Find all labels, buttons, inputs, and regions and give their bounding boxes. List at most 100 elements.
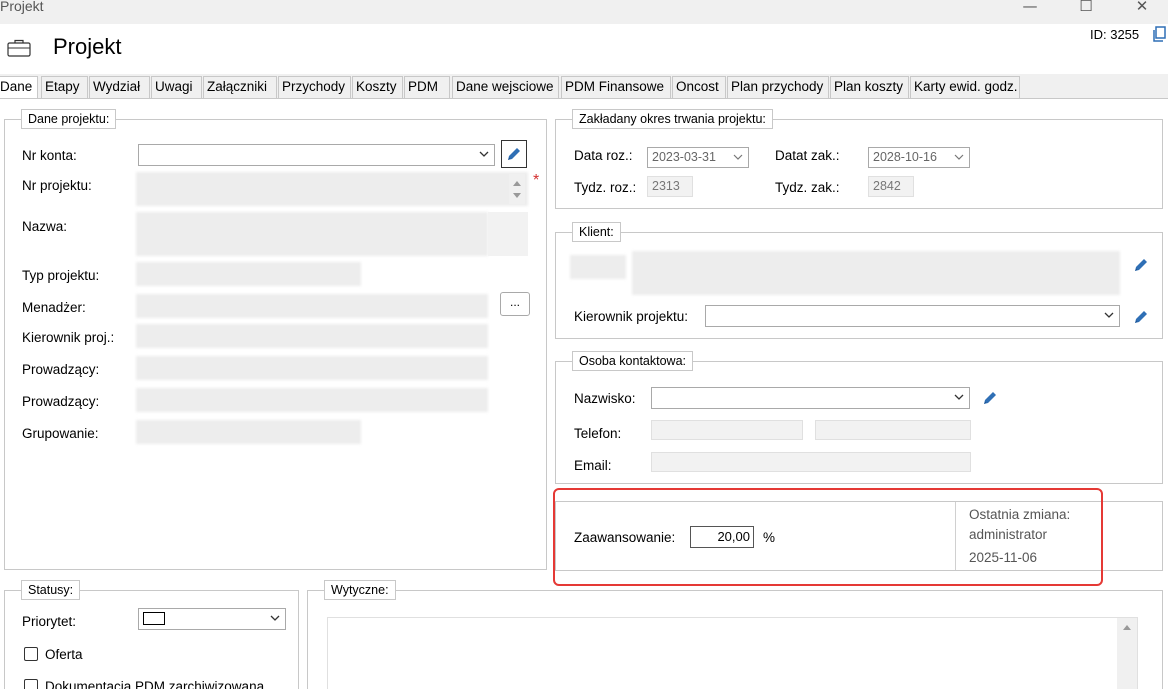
group-legend: Klient: [572, 222, 621, 242]
kierownik-label: Kierownik proj.: [22, 330, 115, 345]
page-title: Projekt [53, 34, 122, 59]
data-roz-picker[interactable]: 2023-03-31 [647, 147, 749, 168]
prowadzacy2-label: Prowadzący: [22, 394, 100, 409]
menadzer-label: Menadżer: [22, 300, 86, 315]
tab-przychody[interactable]: Przychody [278, 76, 351, 98]
nazwa-field-redacted[interactable] [136, 212, 488, 256]
nr-projektu-label: Nr projektu: [22, 178, 92, 193]
group-legend: Statusy: [21, 580, 81, 600]
group-statusy: Statusy: Priorytet: Oferta Dokumentacja … [4, 580, 299, 689]
email-label: Email: [574, 458, 612, 473]
priorytet-label: Priorytet: [22, 614, 77, 629]
nr-projektu-scrollbar[interactable] [509, 174, 525, 204]
data-roz-label: Data roz.: [574, 148, 633, 163]
group-osoba-kontaktowa: Osoba kontaktowa: Nazwisko: Telefon: Ema… [555, 351, 1163, 484]
tab-oncost[interactable]: Oncost [672, 76, 726, 98]
tydz-zak-value: 2842 [868, 176, 914, 197]
typ-projektu-select-redacted[interactable] [136, 262, 361, 286]
nazwa-label: Nazwa: [22, 219, 68, 234]
klient-label-redacted [570, 255, 626, 279]
tydz-roz-value: 2313 [647, 176, 693, 197]
kierownik-select-redacted[interactable] [136, 324, 488, 348]
minimize-button[interactable]: — [1010, 0, 1050, 18]
tab-pdm-finansowe[interactable]: PDM Finansowe [561, 76, 671, 98]
pencil-icon [508, 148, 520, 160]
close-button[interactable]: ✕ [1122, 0, 1162, 18]
tab-dane-wejsciowe[interactable]: Dane wejsciowe [452, 76, 559, 98]
header: Projekt ID: 3255 [0, 24, 1168, 74]
data-roz-value: 2023-03-31 [652, 150, 716, 164]
briefcase-icon [7, 39, 31, 57]
wytyczne-textarea[interactable] [327, 617, 1138, 689]
group-legend: Osoba kontaktowa: [572, 351, 694, 371]
tab-pdm[interactable]: PDM [404, 76, 450, 98]
tab-karty-ewid[interactable]: Karty ewid. godz. [910, 76, 1020, 98]
oferta-checkbox[interactable] [24, 647, 38, 661]
kierownik-projektu-select[interactable] [705, 305, 1120, 327]
tab-etapy[interactable]: Etapy [41, 76, 88, 98]
tab-koszty[interactable]: Koszty [352, 76, 403, 98]
pencil-icon[interactable] [1132, 308, 1150, 326]
data-zak-picker[interactable]: 2028-10-16 [868, 147, 970, 168]
chevron-down-icon [954, 394, 964, 400]
tab-bar: Dane Etapy Wydział Uwagi Załączniki Przy… [0, 76, 1168, 98]
nr-konta-label: Nr konta: [22, 148, 77, 163]
nazwisko-select[interactable] [651, 387, 970, 409]
chevron-down-icon [954, 154, 964, 160]
prowadzacy2-select-redacted[interactable] [136, 388, 488, 412]
priority-color-swatch [143, 612, 165, 625]
required-mark: * [533, 172, 540, 189]
group-legend: Dane projektu: [21, 109, 117, 129]
group-okres-trwania: Zakładany okres trwania projektu: Data r… [555, 109, 1163, 209]
tydz-roz-label: Tydz. roz.: [574, 180, 637, 195]
nazwisko-label: Nazwisko: [574, 391, 636, 406]
tab-content-dane: Dane projektu: Nr konta: Nr projektu: * … [0, 98, 1168, 689]
typ-projektu-label: Typ projektu: [22, 268, 100, 283]
data-zak-value: 2028-10-16 [873, 150, 937, 164]
grupowanie-select-redacted[interactable] [136, 420, 361, 444]
telefon-field-1[interactable] [651, 420, 803, 440]
tab-wydzial[interactable]: Wydział [89, 76, 150, 98]
tab-plan-koszty[interactable]: Plan koszty [830, 76, 909, 98]
dokumentacja-label: Dokumentacja PDM zarchiwizowana [45, 679, 265, 689]
highlight-box [553, 488, 1103, 586]
menadzer-select-redacted[interactable] [136, 294, 488, 318]
window-title: Projekt [0, 0, 44, 14]
group-wytyczne: Wytyczne: [307, 580, 1163, 689]
oferta-label: Oferta [45, 647, 83, 662]
dokumentacja-checkbox[interactable] [24, 679, 38, 689]
tab-zalaczniki[interactable]: Załączniki [203, 76, 277, 98]
group-legend: Wytyczne: [324, 580, 396, 600]
menadzer-browse-button[interactable]: ... [500, 292, 530, 316]
nazwa-field-scroll[interactable] [488, 212, 528, 256]
chevron-down-icon [1104, 312, 1114, 318]
edit-nr-konta-button[interactable] [501, 140, 527, 168]
tab-plan-przychody[interactable]: Plan przychody [727, 76, 829, 98]
nr-konta-select[interactable] [138, 144, 495, 166]
klient-field-redacted[interactable] [632, 251, 1120, 295]
pencil-icon[interactable] [1132, 256, 1150, 274]
grupowanie-label: Grupowanie: [22, 426, 99, 441]
tab-dane[interactable]: Dane [0, 76, 38, 98]
tab-uwagi[interactable]: Uwagi [151, 76, 202, 98]
kierownik-projektu-label: Kierownik projektu: [574, 309, 689, 324]
tydz-zak-label: Tydz. zak.: [775, 180, 840, 195]
nr-projektu-field-redacted[interactable] [136, 172, 528, 206]
chevron-down-icon [270, 615, 280, 621]
group-dane-projektu: Dane projektu: Nr konta: Nr projektu: * … [4, 109, 547, 570]
email-field[interactable] [651, 452, 971, 472]
priorytet-select[interactable] [138, 608, 286, 630]
prowadzacy1-select-redacted[interactable] [136, 356, 488, 380]
scroll-arrows-icon [513, 181, 521, 198]
chevron-down-icon [479, 151, 489, 157]
maximize-button[interactable]: ☐ [1066, 0, 1106, 18]
project-id-label: ID: 3255 [1090, 27, 1140, 42]
prowadzacy1-label: Prowadzący: [22, 362, 100, 377]
data-zak-label: Datat zak.: [775, 148, 840, 163]
telefon-label: Telefon: [574, 426, 622, 441]
copy-icon[interactable] [1152, 26, 1168, 42]
wytyczne-scrollbar[interactable] [1117, 618, 1137, 689]
scroll-up-icon [1123, 625, 1131, 630]
pencil-icon[interactable] [981, 389, 999, 407]
telefon-field-2[interactable] [815, 420, 971, 440]
